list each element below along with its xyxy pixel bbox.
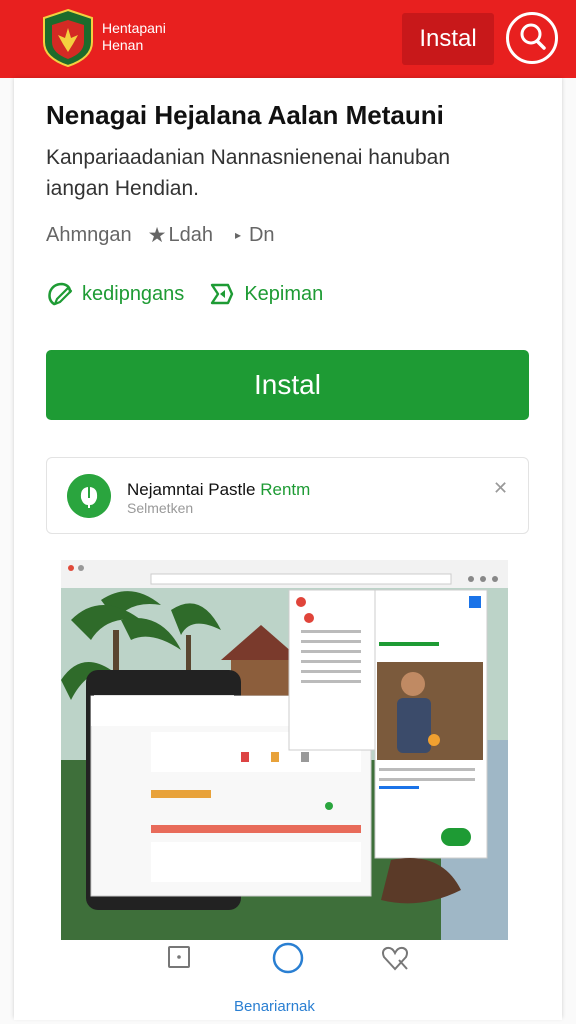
leaf-badge-icon xyxy=(67,474,111,518)
app-meta-row: Ahmngan ★ Ldah ▸ Dn xyxy=(46,222,275,248)
bottom-navigation: Benariarnak xyxy=(14,940,562,1020)
screenshot-artwork xyxy=(61,560,508,940)
developer-name[interactable]: Ahmngan xyxy=(46,224,132,247)
link-kedipngans[interactable]: kedipngans xyxy=(46,280,184,308)
promo-subtitle: Selmetken xyxy=(127,500,194,516)
close-icon[interactable]: ✕ xyxy=(493,478,508,499)
promo-title: Nejamntai Pastle Rentm xyxy=(127,480,311,499)
account-button[interactable] xyxy=(506,12,558,64)
bullet-icon: ▸ xyxy=(234,228,241,242)
top-app-bar: Hentapani Henan Instal xyxy=(0,0,576,78)
action-links: kedipngans Kepiman xyxy=(46,280,323,308)
link-kepiman[interactable]: Kepiman xyxy=(206,280,323,308)
app-screenshot-image[interactable] xyxy=(61,560,508,940)
share-icon xyxy=(211,283,234,305)
promo-card[interactable]: Nejamntai Pastle Rentm Selmetken ✕ xyxy=(46,457,529,534)
edit-icon xyxy=(48,282,73,306)
meta-extra: Dn xyxy=(248,223,275,246)
brand-name: Hentapani Henan xyxy=(102,20,166,53)
compass-icon[interactable] xyxy=(272,942,304,974)
link-label: kedipngans xyxy=(82,282,185,305)
install-button[interactable]: Instal xyxy=(46,350,529,420)
bookmark-icon[interactable] xyxy=(166,944,192,970)
bottom-nav-label[interactable]: Benariarnak xyxy=(234,998,315,1015)
rating-label: Ldah xyxy=(168,223,213,246)
header-install-button[interactable]: Instal xyxy=(402,13,494,65)
link-label: Kepiman xyxy=(244,282,324,305)
account-icon xyxy=(520,23,546,50)
crest-logo-icon[interactable] xyxy=(42,8,94,68)
heart-icon[interactable] xyxy=(380,944,410,972)
star-icon: ★ xyxy=(147,223,167,247)
app-description: Kanpariaadanian Nannasnienenai hanuban i… xyxy=(46,146,451,200)
app-title: Nenagai Hejalana Aalan Metauni xyxy=(46,100,444,130)
